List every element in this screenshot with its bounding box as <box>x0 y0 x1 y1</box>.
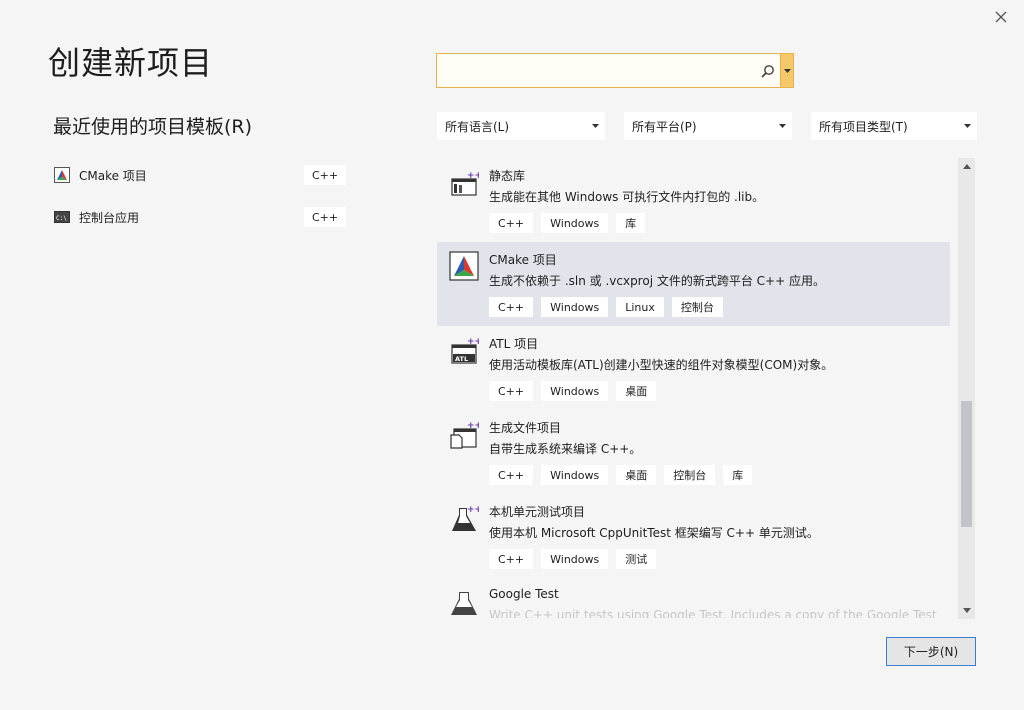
tag-list: C++ Windows 桌面 <box>489 381 657 401</box>
makefile-icon: ++ <box>449 419 482 449</box>
recent-item-console-app[interactable]: C:\ 控制台应用 C++ <box>54 205 346 229</box>
unit-test-flask-icon: ++ <box>449 503 482 533</box>
search-icon[interactable] <box>756 54 780 87</box>
console-icon: C:\ <box>54 209 70 225</box>
tag: C++ <box>489 213 534 233</box>
tag: Windows <box>541 465 609 485</box>
close-button[interactable] <box>988 4 1014 30</box>
tag: 控制台 <box>664 465 716 485</box>
chevron-down-icon <box>957 124 977 128</box>
svg-text:++: ++ <box>467 171 479 181</box>
recent-item-tag: C++ <box>304 207 346 227</box>
page-title: 创建新项目 <box>48 44 214 82</box>
recent-item-label: 控制台应用 <box>79 210 140 225</box>
tag-list: C++ Windows Linux 控制台 <box>489 297 723 317</box>
chevron-down-icon <box>772 124 792 128</box>
tag: C++ <box>489 465 534 485</box>
tag: 库 <box>723 465 753 485</box>
atl-icon: ATL ++ <box>449 335 482 365</box>
close-icon <box>995 11 1007 23</box>
svg-text:C:\: C:\ <box>56 215 67 222</box>
platform-filter[interactable]: 所有平台(P) <box>624 112 792 140</box>
tag: 桌面 <box>616 381 657 401</box>
recent-item-cmake[interactable]: CMake 项目 C++ <box>54 163 346 187</box>
svg-text:ATL: ATL <box>455 355 468 363</box>
next-button[interactable]: 下一步(N) <box>886 637 976 666</box>
chevron-down-icon <box>962 608 971 613</box>
tag: 测试 <box>616 549 657 569</box>
google-test-flask-icon <box>449 587 479 617</box>
template-google-test[interactable]: Google Test Write C++ unit tests using G… <box>437 578 950 618</box>
svg-text:++: ++ <box>467 337 479 347</box>
chevron-down-icon <box>783 68 791 73</box>
template-list-scrollbar[interactable] <box>958 158 975 619</box>
tag: C++ <box>489 297 534 317</box>
template-cmake-project[interactable]: CMake 项目 生成不依赖于 .sln 或 .vcxproj 文件的新式跨平台… <box>437 242 950 326</box>
chevron-up-icon <box>962 164 971 169</box>
template-native-unit-test[interactable]: ++ 本机单元测试项目 使用本机 Microsoft CppUnitTest 框… <box>437 494 950 578</box>
project-type-filter[interactable]: 所有项目类型(T) <box>811 112 977 140</box>
tag: Windows <box>541 381 609 401</box>
scroll-up-button[interactable] <box>958 158 975 175</box>
svg-text:++: ++ <box>467 505 479 515</box>
template-makefile-project[interactable]: ++ 生成文件项目 自带生成系统来编译 C++。 C++ Windows 桌面 … <box>437 410 950 494</box>
chevron-down-icon <box>585 124 605 128</box>
tag: C++ <box>489 381 534 401</box>
search-box[interactable] <box>436 53 794 88</box>
tag: Windows <box>541 297 609 317</box>
template-static-library[interactable]: ++ 静态库 生成能在其他 Windows 可执行文件内打包的 .lib。 C+… <box>437 158 950 242</box>
svg-text:++: ++ <box>467 421 479 431</box>
static-library-icon: ++ <box>449 167 482 197</box>
tag: 库 <box>616 213 646 233</box>
tag-list: C++ Windows 库 <box>489 213 646 233</box>
cmake-icon <box>54 167 70 183</box>
recent-templates-heading: 最近使用的项目模板(R) <box>53 116 253 138</box>
search-input[interactable] <box>437 54 756 87</box>
cmake-icon <box>449 251 479 281</box>
tag: C++ <box>489 549 534 569</box>
scroll-thumb[interactable] <box>961 401 972 527</box>
tag: 桌面 <box>616 465 657 485</box>
tag-list: C++ Windows 测试 <box>489 549 657 569</box>
recent-item-tag: C++ <box>304 165 346 185</box>
template-atl-project[interactable]: ATL ++ ATL 项目 使用活动模板库(ATL)创建小型快速的组件对象模型(… <box>437 326 950 410</box>
recent-item-label: CMake 项目 <box>79 168 147 183</box>
tag: Linux <box>616 297 664 317</box>
tag: Windows <box>541 213 609 233</box>
language-filter[interactable]: 所有语言(L) <box>437 112 605 140</box>
tag: Windows <box>541 549 609 569</box>
scroll-down-button[interactable] <box>958 602 975 619</box>
tag: 控制台 <box>671 297 723 317</box>
template-list[interactable]: ++ 静态库 生成能在其他 Windows 可执行文件内打包的 .lib。 C+… <box>437 158 950 618</box>
tag-list: C++ Windows 桌面 控制台 库 <box>489 465 753 485</box>
search-dropdown-button[interactable] <box>780 54 793 87</box>
